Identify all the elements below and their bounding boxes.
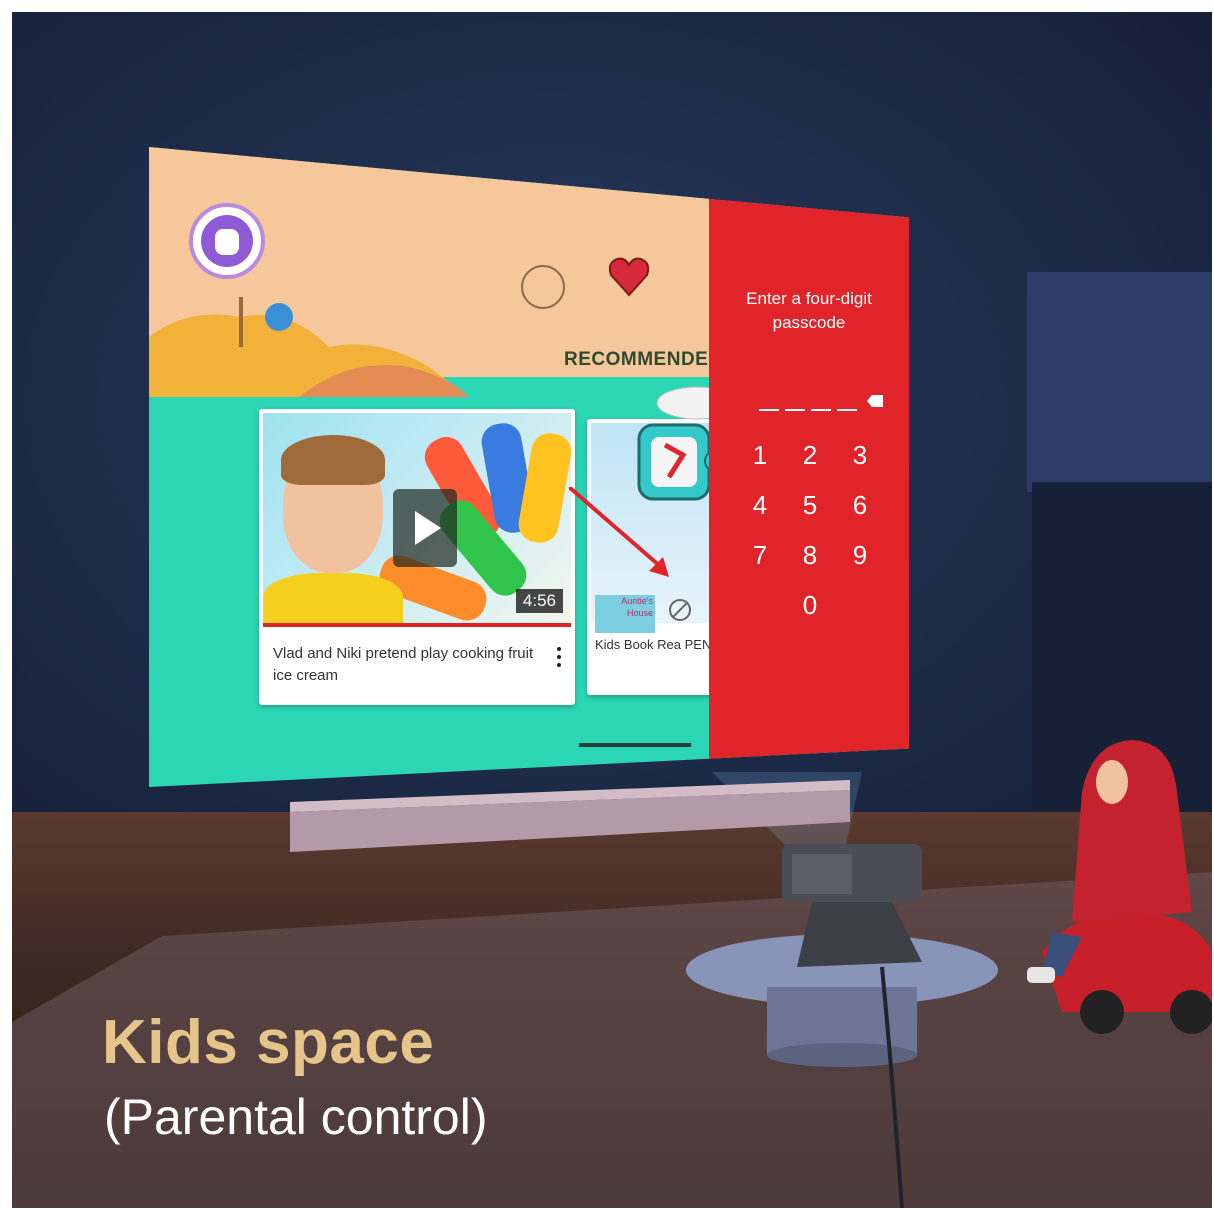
key-0[interactable]: 0 (795, 587, 825, 623)
key-9[interactable]: 9 (845, 537, 875, 573)
key-6[interactable]: 6 (845, 487, 875, 523)
key-4[interactable]: 4 (745, 487, 775, 523)
passcode-prompt: Enter a four-digit passcode (746, 289, 872, 332)
projected-screen: RECOMMENDED 4:56 Vlad and Niki pretend p… (149, 147, 909, 787)
backspace-icon[interactable] (867, 395, 883, 407)
more-options-icon[interactable] (557, 647, 561, 669)
headline: Kids space (102, 1008, 435, 1077)
history-clock-icon[interactable] (521, 265, 565, 309)
passcode-panel: Enter a four-digit passcode 1 2 3 4 5 6 … (709, 147, 909, 787)
subheadline: (Parental control) (104, 1089, 488, 1145)
child-red-hoodie (1072, 740, 1192, 922)
scene-frame: RECOMMENDED 4:56 Vlad and Niki pretend p… (12, 12, 1212, 1208)
watch-progress-bar (263, 623, 571, 627)
play-icon (415, 511, 441, 545)
child-shoe (1027, 967, 1055, 983)
profile-avatar[interactable] (189, 203, 265, 279)
favorites-heart-icon[interactable] (607, 255, 651, 299)
book-cover: Auntie's House (595, 595, 655, 633)
video-duration: 4:56 (515, 589, 563, 613)
key-2[interactable]: 2 (795, 437, 825, 473)
avatar-character-icon (215, 229, 239, 255)
landscape-illustration (149, 297, 469, 397)
play-button[interactable] (393, 489, 457, 567)
key-7[interactable]: 7 (745, 537, 775, 573)
key-1[interactable]: 1 (745, 437, 775, 473)
section-heading: RECOMMENDED (564, 349, 723, 370)
video-thumbnail[interactable]: 4:56 (263, 413, 571, 623)
key-5[interactable]: 5 (795, 487, 825, 523)
block-icon[interactable] (669, 599, 691, 621)
video-title[interactable]: Vlad and Niki pretend play cooking fruit… (273, 643, 535, 687)
video-card[interactable]: 4:56 Vlad and Niki pretend play cooking … (259, 409, 575, 705)
key-8[interactable]: 8 (795, 537, 825, 573)
passcode-digits (759, 409, 863, 412)
key-3[interactable]: 3 (845, 437, 875, 473)
scroll-indicator[interactable] (579, 743, 691, 747)
